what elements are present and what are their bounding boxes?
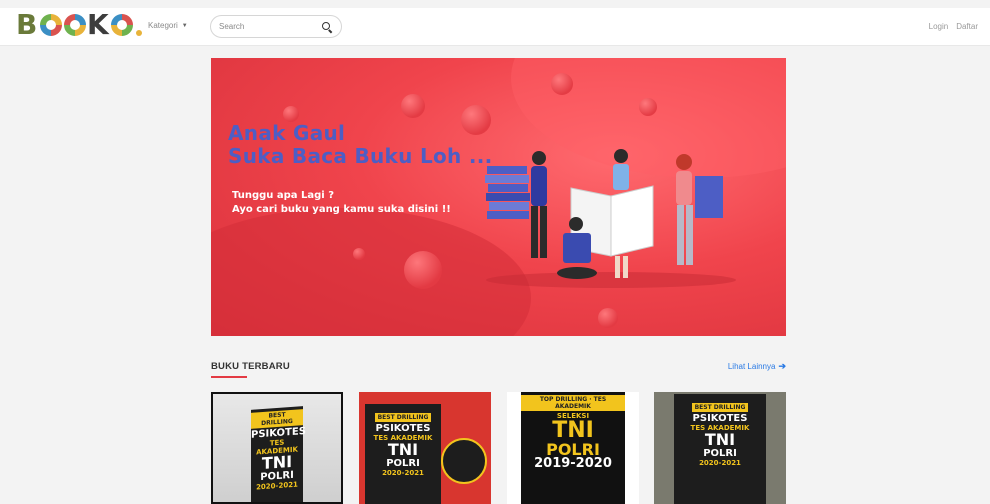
- book-line-5: 2020-2021: [382, 469, 424, 477]
- caret-down-icon: ▼: [181, 22, 188, 29]
- book-tag: BEST DRILLING: [691, 403, 749, 412]
- reading-people-illustration: [485, 149, 736, 288]
- see-more-link[interactable]: Lihat Lainnya ➔: [728, 361, 786, 372]
- book-image: BEST DRILLING PSIKOTES TES AKADEMIK TNI …: [365, 404, 441, 504]
- book-card[interactable]: BEST DRILLING PSIKOTES TES AKADEMIK TNI …: [359, 392, 491, 504]
- book-image: TOP DRILLING · TES AKADEMIK SELEKSI TNI …: [521, 392, 625, 504]
- banner-subtext-line-2: Ayo cari buku yang kamu suka disini !!: [232, 204, 451, 215]
- banner-subtext-line-1: Tunggu apa Lagi ?: [232, 190, 335, 201]
- book-line-3: TNI: [704, 430, 736, 449]
- book-image: BEST DRILLING PSIKOTES TES AKADEMIK TNI …: [251, 406, 306, 502]
- book-card[interactable]: TOP DRILLING · TES AKADEMIK SELEKSI TNI …: [507, 392, 639, 504]
- book-card[interactable]: BEST DRILLING PSIKOTES TES AKADEMIK TNI …: [654, 392, 786, 504]
- book-line-1: PSIKOTES: [375, 423, 431, 434]
- search-input[interactable]: [219, 22, 319, 31]
- banner-subtext: Tunggu apa Lagi ? Ayo cari buku yang kam…: [232, 189, 451, 217]
- logo-letter-b: B: [16, 8, 38, 41]
- section-header: BUKU TERBARU Lihat Lainnya ➔: [211, 361, 786, 379]
- book-image: BEST DRILLING PSIKOTES TES AKADEMIK TNI …: [674, 394, 766, 504]
- arrow-right-icon: ➔: [778, 361, 786, 371]
- logo-letter-o-1: [40, 14, 62, 36]
- book-line-5: 2019-2020: [534, 456, 612, 471]
- section-title-underline: [211, 376, 247, 378]
- booko-logo[interactable]: B K: [16, 8, 142, 41]
- logo-letter-o-3: [111, 14, 133, 36]
- login-link[interactable]: Login: [929, 22, 949, 31]
- daftar-link[interactable]: Daftar: [956, 22, 978, 31]
- book-line-5: 2020-2021: [699, 459, 741, 467]
- book-tag: BEST DRILLING: [374, 413, 432, 422]
- book-line-1: PSIKOTES: [692, 413, 748, 424]
- auth-links: Login Daftar: [929, 22, 978, 31]
- hero-banner[interactable]: Anak Gaul Suka Baca Buku Loh ... Tunggu …: [211, 58, 786, 336]
- logo-letter-o-2: [64, 14, 86, 36]
- book-line-3: TNI: [387, 440, 419, 459]
- banner-headline-line-1: Anak Gaul: [228, 121, 346, 145]
- book-line-4: POLRI: [386, 458, 420, 469]
- see-more-label: Lihat Lainnya: [727, 362, 776, 371]
- book-card[interactable]: BEST DRILLING PSIKOTES TES AKADEMIK TNI …: [211, 392, 343, 504]
- banner-bubble: [404, 251, 442, 289]
- search-icon[interactable]: [321, 21, 333, 33]
- banner-bubble: [401, 94, 425, 118]
- book-cover: TOP DRILLING · TES AKADEMIK SELEKSI TNI …: [507, 392, 639, 504]
- top-navbar: B K Kategori ▼ Login Daftar: [0, 0, 990, 46]
- kategori-dropdown[interactable]: Kategori ▼: [148, 21, 188, 30]
- search-box[interactable]: [210, 15, 342, 38]
- person-with-book: [676, 154, 723, 265]
- banner-bubble: [639, 98, 657, 116]
- section-title: BUKU TERBARU: [211, 361, 290, 372]
- book-tag: TOP DRILLING · TES AKADEMIK: [521, 395, 625, 411]
- banner-headline-line-2: Suka Baca Buku Loh ...: [228, 144, 493, 168]
- book-line-3: TNI: [552, 418, 594, 443]
- logo-letter-k: K: [87, 8, 109, 41]
- book-sticker: [441, 438, 487, 484]
- banner-bubble: [283, 106, 299, 122]
- logo-dot: [136, 30, 142, 36]
- book-cover: BEST DRILLING PSIKOTES TES AKADEMIK TNI …: [359, 392, 491, 504]
- person-with-book-stack: [485, 151, 547, 258]
- banner-bubble: [353, 248, 365, 260]
- kategori-label: Kategori: [148, 21, 178, 30]
- banner-headline: Anak Gaul Suka Baca Buku Loh ...: [228, 122, 493, 168]
- banner-bubble: [598, 308, 618, 328]
- banner-bubble: [551, 73, 573, 95]
- book-cover: BEST DRILLING PSIKOTES TES AKADEMIK TNI …: [654, 392, 786, 504]
- book-cover: BEST DRILLING PSIKOTES TES AKADEMIK TNI …: [213, 394, 341, 502]
- book-line-4: POLRI: [703, 448, 737, 459]
